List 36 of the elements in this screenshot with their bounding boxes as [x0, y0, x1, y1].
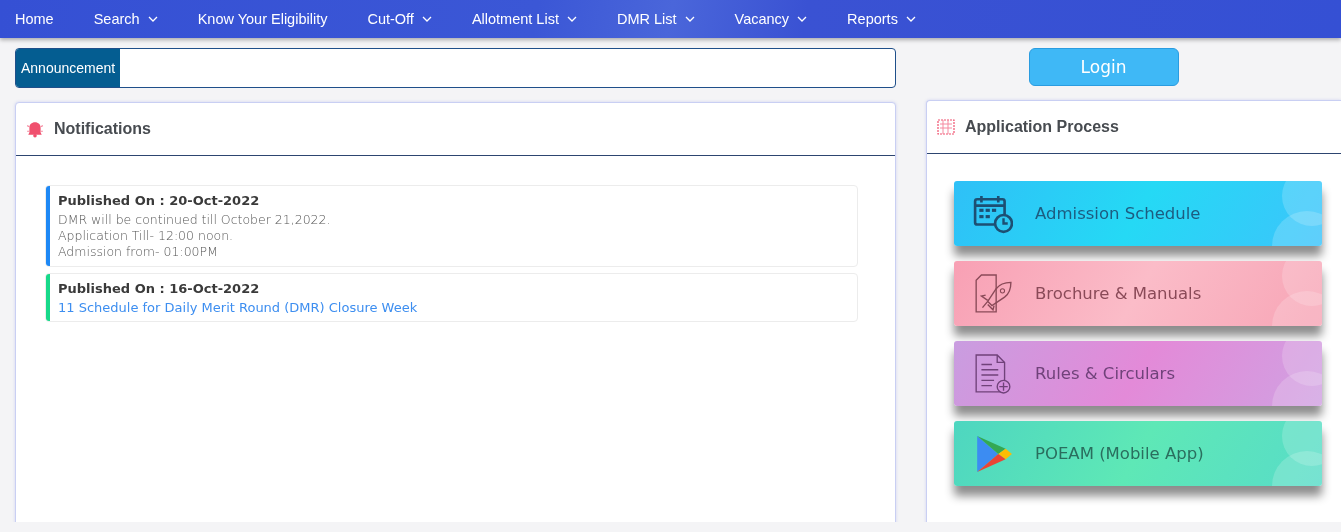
notification-text: DMR will be continued till October 21,2022. [58, 212, 331, 228]
notification-text: Admission from- 01:00PM [58, 244, 219, 260]
notification-link[interactable]: 11 Schedule for Daily Merit Round (DMR) Closure Week [58, 300, 418, 315]
process-card[interactable]: Rules & Circulars [954, 341, 1322, 406]
process-label: Brochure & Manuals [1035, 284, 1202, 303]
nav-dropdown[interactable]: Allotment List [471, 11, 577, 27]
process-label: Rules & Circulars [1035, 364, 1175, 383]
process-label: POEAM (Mobile App) [1035, 444, 1204, 463]
panel-title: Notifications [54, 120, 151, 138]
schedule-grid-icon [937, 118, 955, 136]
chevron-down-icon [797, 16, 808, 22]
nav-link[interactable]: Home [15, 11, 54, 27]
panel-title: Application Process [965, 118, 1119, 136]
nav-dropdown[interactable]: Vacancy [734, 11, 808, 27]
chevron-down-icon [147, 16, 158, 22]
calendar-clock-icon [973, 193, 1013, 234]
chevron-down-icon [566, 16, 577, 22]
document-plus-icon [973, 353, 1013, 394]
nav-dropdown[interactable]: Reports [847, 11, 916, 27]
chevron-down-icon [684, 16, 695, 22]
document-rocket-icon [973, 273, 1013, 314]
nav-dropdown[interactable]: DMR List [616, 11, 695, 27]
chevron-down-icon [421, 16, 432, 22]
process-card[interactable]: Admission Schedule [954, 181, 1322, 246]
process-card[interactable]: POEAM (Mobile App) [954, 421, 1322, 486]
process-label: Admission Schedule [1035, 204, 1201, 223]
nav-dropdown[interactable]: Search [93, 11, 158, 27]
nav-link[interactable]: Know Your Eligibility [197, 11, 328, 27]
notification-text: Application Till- 12:00 noon. [58, 228, 235, 244]
published-date: Published On : 16-Oct-2022 [58, 281, 261, 296]
nav-dropdown[interactable]: Cut-Off [367, 11, 432, 27]
announcement-label: Announcement [16, 49, 121, 87]
chevron-down-icon [905, 16, 916, 22]
published-date: Published On : 20-Oct-2022 [58, 193, 261, 208]
bell-icon [26, 120, 44, 138]
process-card[interactable]: Brochure & Manuals [954, 261, 1322, 326]
